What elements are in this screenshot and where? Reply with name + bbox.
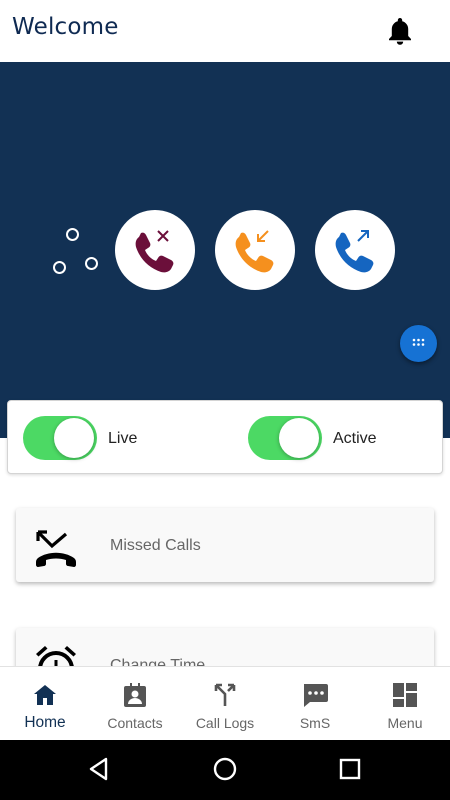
outgoing-call-button[interactable] — [315, 210, 395, 290]
live-toggle[interactable] — [23, 416, 97, 460]
tab-label: Menu — [387, 715, 423, 731]
tab-menu[interactable]: Menu — [360, 667, 450, 741]
home-circle-icon[interactable] — [212, 756, 238, 782]
tab-contacts[interactable]: Contacts — [90, 667, 180, 741]
missed-calls-card[interactable]: Missed Calls — [16, 508, 434, 582]
back-icon[interactable] — [86, 756, 112, 782]
missed-calls-label: Missed Calls — [110, 537, 201, 554]
outgoing-call-icon — [335, 230, 374, 273]
home-icon — [34, 685, 56, 705]
tab-sms[interactable]: SmS — [270, 667, 360, 741]
dashboard-icon — [393, 683, 417, 707]
tab-label: Home — [24, 714, 66, 731]
missed-call-button[interactable] — [115, 210, 195, 290]
app-header: Welcome — [0, 0, 450, 62]
missed-call-icon — [36, 530, 76, 567]
tab-label: Call Logs — [195, 715, 255, 731]
active-toggle-label: Active — [333, 430, 377, 447]
tab-label: SmS — [299, 715, 331, 731]
call-split-icon — [214, 683, 236, 706]
missed-call-icon — [135, 230, 174, 273]
sms-icon — [304, 684, 328, 707]
live-toggle-label: Live — [108, 430, 138, 447]
status-toggle-card: Live Active — [7, 400, 443, 474]
incoming-call-button[interactable] — [215, 210, 295, 290]
dialpad-button[interactable] — [400, 325, 437, 362]
recents-icon[interactable] — [337, 756, 363, 782]
hero-banner — [0, 62, 450, 438]
tab-label: Contacts — [107, 715, 163, 731]
bell-icon[interactable] — [386, 16, 414, 46]
active-toggle[interactable] — [248, 416, 322, 460]
system-nav-bar — [0, 740, 450, 800]
contacts-icon — [124, 683, 146, 707]
tab-home[interactable]: Home — [0, 667, 90, 741]
tab-call-logs[interactable]: Call Logs — [180, 667, 270, 741]
incoming-call-icon — [235, 230, 274, 273]
page-title: Welcome — [12, 14, 119, 40]
dialpad-icon — [412, 338, 425, 346]
bottom-tab-bar: Home Contacts Call Logs SmS Menu — [0, 666, 450, 740]
